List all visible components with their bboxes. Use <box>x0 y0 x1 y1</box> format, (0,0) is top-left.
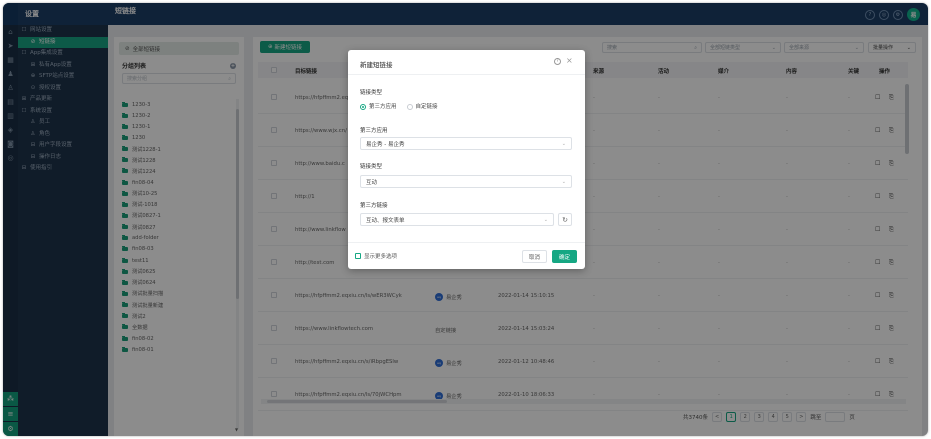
dialog-header: 新建短链接 ? × <box>348 50 585 75</box>
dialog-title: 新建短链接 <box>360 61 393 69</box>
dialog-footer: 显示更多选项 取消 确定 <box>348 242 585 269</box>
link-kind-label: 链接类型 <box>360 164 383 170</box>
third-party-link-label: 第三方链接 <box>360 203 388 209</box>
new-short-link-dialog: 新建短链接 ? × 链接类型 第三方应用 自定链接 第三方应用 易企秀 - 易企… <box>348 50 585 269</box>
link-kind-select[interactable]: 互动 ⌄ <box>360 175 572 188</box>
help-icon[interactable]: ? <box>554 58 561 65</box>
show-more-options-toggle[interactable]: 显示更多选项 <box>355 252 397 260</box>
close-icon[interactable]: × <box>566 56 573 65</box>
app-window: ⌂ ➤ ▦ ♟ ♙ ▤ ▥ ◈ ◙ ◎ ⁂ ≡ ⚙ 设置 ☐ 网站设置 ⊘ 短链接 ☐ A… <box>3 3 928 436</box>
confirm-button[interactable]: 确定 <box>552 250 577 263</box>
chevron-down-icon: ⌄ <box>543 216 548 223</box>
show-more-checkbox[interactable] <box>355 253 361 259</box>
third-party-app-value: 易企秀 - 易企秀 <box>366 141 405 148</box>
third-party-link-select[interactable]: 互动、报文表单 ⌄ <box>360 213 554 226</box>
cancel-button[interactable]: 取消 <box>522 250 547 263</box>
radio-third-party-app[interactable]: 第三方应用 <box>360 102 397 110</box>
show-more-label: 显示更多选项 <box>364 254 398 260</box>
third-party-app-select[interactable]: 易企秀 - 易企秀 ⌄ <box>360 137 572 150</box>
radio-third-party-label: 第三方应用 <box>369 104 397 110</box>
radio-unselected-icon <box>406 103 413 110</box>
refresh-icon[interactable]: ↻ <box>558 213 572 226</box>
third-party-app-label: 第三方应用 <box>360 128 388 134</box>
chevron-down-icon: ⌄ <box>561 140 566 147</box>
chevron-down-icon: ⌄ <box>561 178 566 185</box>
link-type-label: 链接类型 <box>360 90 383 96</box>
radio-selected-icon <box>360 103 366 110</box>
radio-custom-label: 自定链接 <box>415 104 438 110</box>
link-type-radio-group: 第三方应用 自定链接 <box>360 102 438 110</box>
radio-custom-link[interactable]: 自定链接 <box>406 102 438 110</box>
third-party-link-value: 互动、报文表单 <box>366 217 405 224</box>
link-kind-value: 互动 <box>366 179 378 186</box>
